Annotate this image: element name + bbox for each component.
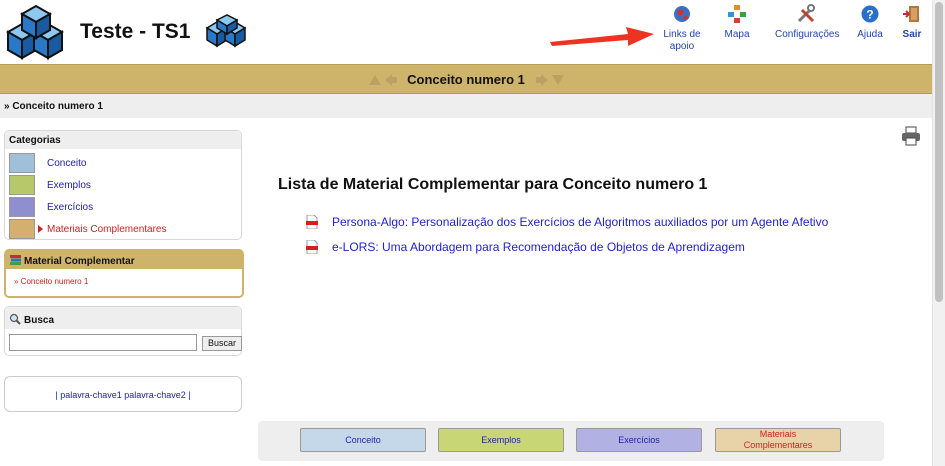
keyword-link[interactable]: palavra-chave1 <box>60 390 122 400</box>
nav-label-sair: Sair <box>902 29 922 40</box>
page-title: Lista de Material Complementar para Conc… <box>278 176 708 193</box>
material-panel: Material Complementar » Conceito numero … <box>4 249 244 298</box>
search-input[interactable] <box>9 334 197 351</box>
material-link[interactable]: » Conceito numero 1 <box>14 277 88 286</box>
tab-label: Exercícios <box>618 434 660 445</box>
search-button[interactable]: Buscar <box>202 336 242 351</box>
bottom-tab-bar: Conceito Exemplos Exercícios Materiais C… <box>258 421 884 461</box>
search-header-label: Busca <box>24 315 55 326</box>
help-icon: ? <box>861 5 879 23</box>
material-header-label: Material Complementar <box>24 256 135 267</box>
exit-door-icon <box>903 6 919 22</box>
search-panel: Busca Buscar <box>4 306 242 356</box>
books-stack-icon <box>10 255 21 265</box>
nav-links-apoio[interactable]: Links de apoio <box>662 4 702 53</box>
sitemap-icon <box>728 5 746 23</box>
category-item-exercicios[interactable]: Exercícios <box>9 197 239 217</box>
down-arrow-icon[interactable] <box>551 74 565 86</box>
scrollbar-thumb[interactable] <box>935 2 943 302</box>
tab-conceito[interactable]: Conceito <box>300 428 426 452</box>
categories-header: Categorias <box>5 131 241 149</box>
category-label: Exercícios <box>47 202 94 213</box>
categories-panel: Categorias Conceito Exemplos Exercícios … <box>4 130 242 240</box>
tab-label: Exemplos <box>481 434 521 445</box>
tab-label: Conceito <box>345 434 381 445</box>
keywords-suffix: | <box>185 390 191 400</box>
tab-materiais[interactable]: Materiais Complementares <box>715 428 841 452</box>
category-label: Exemplos <box>47 180 91 191</box>
material-link[interactable]: e-LORS: Uma Abordagem para Recomendação … <box>332 240 745 254</box>
nav-ajuda[interactable]: ? Ajuda <box>856 4 884 41</box>
tools-icon <box>797 4 815 23</box>
material-link[interactable]: Persona-Algo: Personalização dos Exercíc… <box>332 215 828 229</box>
globe-icon <box>674 6 690 22</box>
nav-label-ajuda: Ajuda <box>857 29 883 40</box>
breadcrumb: » Conceito numero 1 <box>0 94 932 118</box>
material-header: Material Complementar <box>6 251 242 269</box>
cubes-small-logo-icon <box>205 14 247 48</box>
next-arrow-icon[interactable] <box>535 74 549 86</box>
book-icon <box>9 153 35 173</box>
tab-label: Materiais Complementares <box>743 429 813 450</box>
keyword-link[interactable]: palavra-chave2 <box>124 390 186 400</box>
category-item-exemplos[interactable]: Exemplos <box>9 175 239 195</box>
pdf-icon <box>306 240 318 254</box>
header: Teste - TS1 Links de apoio Mapa Configur… <box>0 0 932 64</box>
pdf-icon <box>306 215 318 229</box>
svg-text:?: ? <box>866 8 873 22</box>
category-item-conceito[interactable]: Conceito <box>9 153 239 173</box>
cubes-logo-icon <box>5 4 65 60</box>
nav-label-configuracoes: Configurações <box>775 29 840 40</box>
exercise-icon <box>9 197 35 217</box>
nav-configuracoes[interactable]: Configurações <box>775 4 840 41</box>
page: Teste - TS1 Links de apoio Mapa Configur… <box>0 0 945 466</box>
app-title: Teste - TS1 <box>80 20 191 43</box>
notebook-icon <box>9 175 35 195</box>
keywords-panel: | palavra-chave1 palavra-chave2 | <box>4 376 242 412</box>
category-item-materiais[interactable]: Materiais Complementares <box>9 219 239 239</box>
printer-icon[interactable] <box>901 126 921 146</box>
nav-label-links-apoio: Links de apoio <box>663 29 701 52</box>
scrollbar[interactable] <box>932 0 945 466</box>
magnifier-icon <box>9 313 21 325</box>
nav-mapa[interactable]: Mapa <box>720 4 754 41</box>
category-label: Conceito <box>47 158 87 169</box>
nav-sair[interactable]: Sair <box>900 4 924 41</box>
red-arrow-annotation-icon <box>550 27 654 46</box>
concept-title: Conceito numero 1 <box>407 72 525 87</box>
active-marker-icon <box>38 225 43 233</box>
concept-bar: Conceito numero 1 <box>0 64 932 94</box>
nav-label-mapa: Mapa <box>724 29 750 40</box>
category-label: Materiais Complementares <box>47 224 167 235</box>
search-header: Busca <box>5 307 241 329</box>
tab-exercicios[interactable]: Exercícios <box>576 428 702 452</box>
tab-exemplos[interactable]: Exemplos <box>438 428 564 452</box>
books-stack-icon <box>9 219 35 239</box>
